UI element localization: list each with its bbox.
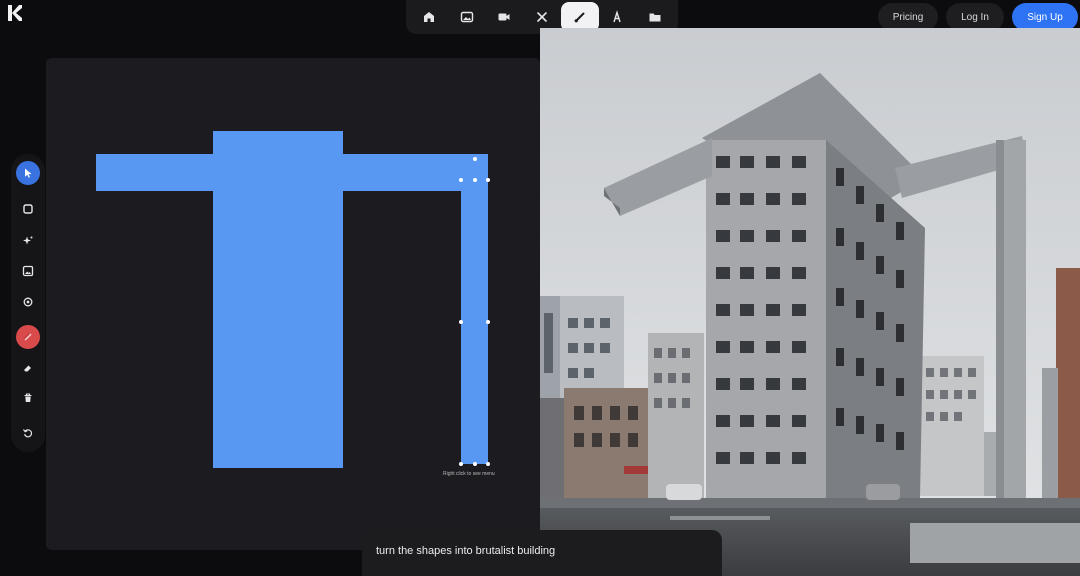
brush-icon — [574, 12, 585, 23]
selection-handle[interactable] — [473, 178, 477, 182]
login-button[interactable]: Log In — [946, 3, 1004, 31]
prompt-bar[interactable]: turn the shapes into brutalist building — [362, 530, 722, 576]
reset-button[interactable] — [16, 421, 40, 445]
text-icon — [613, 10, 622, 23]
tool-home[interactable] — [410, 2, 448, 32]
selection-handle[interactable] — [486, 320, 490, 324]
sparkle-icon — [23, 236, 33, 245]
context-menu-hint: Right click to see menu — [443, 471, 495, 477]
image-upload-button[interactable] — [16, 259, 40, 283]
reset-icon — [23, 429, 33, 438]
canvas-toolbar — [11, 154, 45, 452]
auth-group: Pricing Log In Sign Up — [878, 3, 1078, 31]
pricing-button[interactable]: Pricing — [878, 3, 938, 31]
cursor-icon — [25, 168, 32, 178]
eraser-tool-button[interactable] — [16, 356, 40, 380]
folder-icon — [649, 13, 661, 22]
video-icon — [498, 13, 510, 21]
camera-icon — [23, 297, 33, 307]
image-icon — [22, 265, 34, 277]
selection-handle[interactable] — [459, 178, 463, 182]
app-logo[interactable] — [8, 5, 22, 21]
tool-video[interactable] — [485, 2, 523, 32]
drawing-canvas[interactable]: Right click to see menu — [46, 58, 540, 550]
tower-shape[interactable] — [213, 131, 343, 468]
home-icon — [423, 12, 434, 22]
select-tool-button[interactable] — [16, 161, 40, 185]
k-logo-icon — [8, 5, 22, 21]
tool-image[interactable] — [448, 2, 486, 32]
selection-handle[interactable] — [459, 320, 463, 324]
selection-handle[interactable] — [473, 157, 477, 161]
selection-handle[interactable] — [486, 462, 490, 466]
color-swatch-icon — [24, 333, 32, 341]
selection-handle[interactable] — [473, 462, 477, 466]
delete-button[interactable] — [16, 386, 40, 410]
trash-icon — [24, 393, 32, 402]
generated-image — [540, 28, 1080, 576]
tools-icon — [537, 12, 547, 22]
color-picker-button[interactable] — [16, 325, 40, 349]
image-icon — [460, 11, 473, 23]
prompt-input[interactable]: turn the shapes into brutalist building — [376, 545, 555, 557]
square-icon — [23, 204, 33, 214]
selection-handle[interactable] — [459, 462, 463, 466]
right-column-shape[interactable] — [461, 154, 488, 464]
selection-handle[interactable] — [486, 178, 490, 182]
eraser-icon — [24, 365, 31, 372]
camera-tool-button[interactable] — [16, 290, 40, 314]
shape-tool-button[interactable] — [16, 197, 40, 221]
ai-tool-button[interactable] — [16, 229, 40, 253]
brutalist-building-render — [540, 28, 1080, 576]
signup-button[interactable]: Sign Up — [1012, 3, 1078, 31]
